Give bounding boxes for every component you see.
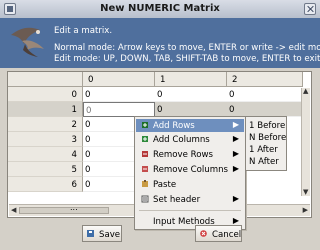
submenu-arrow-icon: ▶ [232,120,239,129]
row-header-3[interactable]: 3 [8,132,83,147]
scroll-down-icon[interactable]: ▼ [303,189,308,196]
row-header-5[interactable]: 5 [8,162,83,177]
menu-item-remove-columns[interactable]: Remove Columns ▶ [136,163,244,176]
submenu-arrow-icon: ▶ [232,149,239,158]
submenu-arrow-icon: ▶ [232,216,239,225]
matrix-cell[interactable]: 0 [155,102,227,117]
corner-header [8,72,83,87]
instruction-panel: Edit a matrix. Normal mode: Arrow keys t… [0,18,320,68]
cancel-icon [200,230,207,237]
matrix-cell[interactable]: 0 [227,102,303,117]
column-header-0[interactable]: 0 [83,72,155,87]
submenu-item-n-before[interactable]: N Before [249,133,286,143]
close-window-button[interactable] [304,3,316,15]
eagle-icon [11,27,44,57]
active-matrix-cell[interactable]: 0 [83,102,155,117]
save-icon [87,230,94,237]
add-rows-icon [142,122,148,128]
scroll-grip-text: ... [70,203,78,212]
remove-columns-icon [142,166,148,172]
scroll-up-icon[interactable]: ▲ [303,88,308,95]
scroll-left-icon[interactable]: ◀ [11,207,16,214]
menu-item-remove-rows[interactable]: Remove Rows ▶ [136,148,244,161]
column-header-2[interactable]: 2 [227,72,303,87]
submenu-item-1-before[interactable]: 1 Before [249,121,285,131]
context-menu: Add Rows ▶ Add Columns ▶ Remove Rows ▶ R… [134,116,246,230]
edit-mode-help: Edit mode: UP, DOWN, TAB, SHIFT-TAB to m… [54,54,320,64]
instruction-title: Edit a matrix. [54,26,113,36]
row-header-4[interactable]: 4 [8,147,83,162]
matrix-cell[interactable]: 0 [155,87,227,102]
column-header-1[interactable]: 1 [155,72,227,87]
menu-separator [139,210,241,211]
scroll-right-icon[interactable]: ▶ [303,207,308,214]
vertical-scrollbar[interactable]: ▲ ▼ [301,88,310,196]
submenu-arrow-icon: ▶ [232,164,239,173]
window-titlebar: New NUMERIC Matrix [0,0,320,19]
horizontal-scroll-thumb[interactable] [19,207,109,214]
set-header-icon [141,195,149,203]
menu-item-add-columns[interactable]: Add Columns ▶ [136,133,244,146]
normal-mode-help: Normal mode: Arrow keys to move, ENTER o… [54,43,320,53]
matrix-cell[interactable]: 0 [227,87,303,102]
add-rows-submenu: 1 Before N Before 1 After N After [245,116,287,171]
save-button[interactable]: Save [82,225,122,242]
add-columns-icon [142,136,148,142]
submenu-arrow-icon: ▶ [232,194,239,203]
row-header-1[interactable]: 1 [8,102,83,117]
menu-item-add-rows[interactable]: Add Rows ▶ [136,119,244,132]
window-title: New NUMERIC Matrix [100,3,220,14]
submenu-item-1-after[interactable]: 1 After [249,145,278,155]
row-header-2[interactable]: 2 [8,117,83,132]
submenu-item-n-after[interactable]: N After [249,157,279,167]
cancel-button[interactable]: Cancel [195,225,242,242]
submenu-arrow-icon: ▶ [232,134,239,143]
menu-item-set-header[interactable]: Set header ▶ [136,193,244,206]
row-header-0[interactable]: 0 [8,87,83,102]
matrix-cell[interactable]: 0 [83,87,155,102]
paste-icon [142,180,148,187]
menu-item-paste[interactable]: Paste [136,178,244,191]
remove-rows-icon [142,151,148,157]
row-header-6[interactable]: 6 [8,177,83,192]
